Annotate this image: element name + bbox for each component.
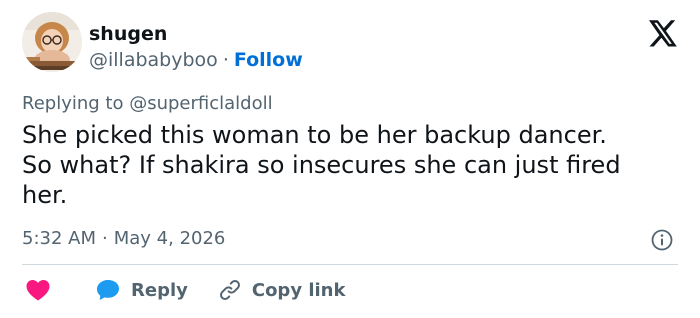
- action-bar: Reply Copy link: [22, 276, 345, 304]
- tweet-embed-card: shugen @illababyboo · Follow Replying to @…: [0, 0, 700, 318]
- speech-bubble-icon: [97, 280, 119, 300]
- author-handle-line: @illababyboo · Follow: [89, 48, 303, 72]
- tweet-text-line: her.: [22, 181, 68, 209]
- replying-to: Replying to @superficlaldoll: [22, 92, 273, 116]
- tweet-text: She picked this woman to be her backup d…: [22, 120, 682, 210]
- reply-label: Reply: [131, 279, 188, 301]
- follow-button[interactable]: Follow: [234, 49, 303, 71]
- author-handle[interactable]: @illababyboo: [89, 49, 218, 71]
- author-name[interactable]: shugen: [89, 22, 167, 46]
- avatar[interactable]: [22, 12, 82, 72]
- divider: [22, 264, 678, 265]
- replying-to-prefix: Replying to: [22, 93, 124, 114]
- tweet-text-line: So what? If shakira so insecures she can…: [22, 151, 621, 179]
- tweet-date: May 4, 2026: [113, 228, 226, 249]
- link-icon: [219, 280, 240, 300]
- replying-to-handle[interactable]: @superficlaldoll: [129, 93, 272, 114]
- separator-dot: ·: [102, 228, 108, 249]
- info-icon[interactable]: [651, 229, 673, 251]
- x-logo-icon[interactable]: [649, 20, 678, 47]
- avatar-image: [22, 12, 82, 72]
- copy-link-label: Copy link: [251, 279, 346, 301]
- separator-dot: ·: [222, 49, 229, 71]
- tweet-text-line: She picked this woman to be her backup d…: [22, 121, 607, 149]
- copy-link-button[interactable]: Copy link: [218, 278, 346, 302]
- heart-icon: [26, 280, 50, 301]
- reply-button[interactable]: Reply: [95, 278, 188, 302]
- tweet-time: 5:32 AM: [22, 228, 96, 249]
- like-button[interactable]: [25, 278, 51, 302]
- tweet-timestamp[interactable]: 5:32 AM · May 4, 2026: [22, 227, 225, 251]
